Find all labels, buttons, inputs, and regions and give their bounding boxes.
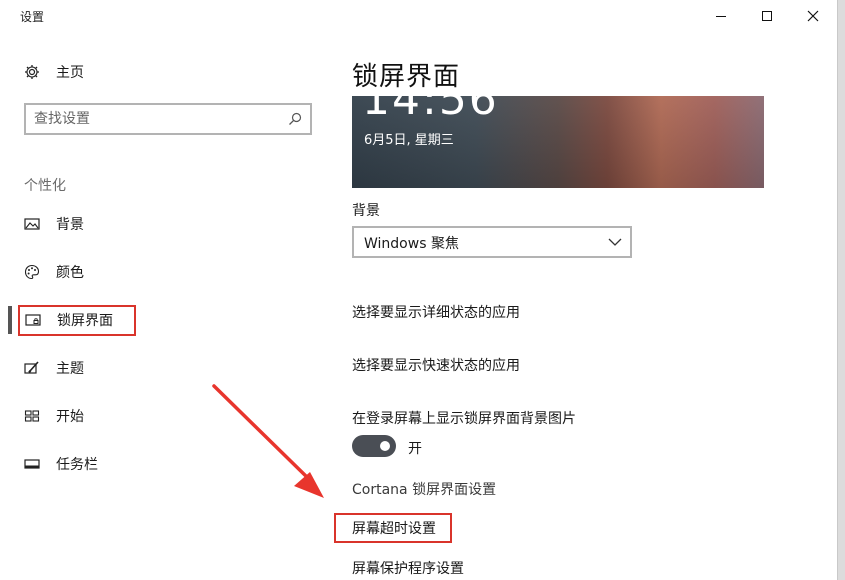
minimize-icon [716, 15, 726, 17]
lock-screen-preview: 14:56 6月5日, 星期三 [352, 96, 764, 188]
picture-icon [24, 216, 40, 232]
theme-brush-icon [24, 360, 40, 376]
maximize-button[interactable] [744, 0, 790, 32]
title-bar: 设置 [0, 0, 838, 32]
annotation-arrow-icon [212, 384, 324, 498]
sidebar-item-background[interactable]: 背景 [24, 212, 84, 236]
sidebar-item-start[interactable]: 开始 [24, 404, 84, 428]
detailed-status-apps-link[interactable]: 选择要显示详细状态的应用 [352, 302, 520, 322]
section-label-personalization: 个性化 [24, 178, 66, 194]
window-title: 设置 [20, 10, 45, 24]
lock-screen-highlight-box [18, 305, 136, 336]
background-dropdown[interactable]: Windows 聚焦 [352, 226, 632, 258]
background-dropdown-value: Windows 聚焦 [364, 236, 459, 252]
show-bg-on-signin-label: 在登录屏幕上显示锁屏界面背景图片 [352, 411, 576, 427]
settings-window: 设置 主页 个性化 [0, 0, 838, 580]
sidebar-item-themes[interactable]: 主题 [24, 356, 84, 380]
taskbar-icon [24, 456, 40, 472]
screen-timeout-highlight-box [334, 513, 452, 543]
sidebar-item-label: 背景 [56, 217, 84, 233]
sidebar-item-colors[interactable]: 颜色 [24, 260, 84, 284]
palette-icon [24, 264, 40, 280]
toggle-state-label: 开 [408, 441, 422, 457]
active-indicator [8, 306, 12, 334]
sidebar-item-label: 颜色 [56, 265, 84, 281]
sidebar-item-label: 开始 [56, 409, 84, 425]
window-edge [838, 0, 845, 580]
chevron-down-icon [608, 238, 622, 246]
quick-status-apps-link[interactable]: 选择要显示快速状态的应用 [352, 355, 520, 375]
start-grid-icon [24, 408, 40, 424]
sidebar-item-taskbar[interactable]: 任务栏 [24, 452, 98, 476]
preview-date: 6月5日, 星期三 [364, 133, 454, 148]
cortana-lock-screen-settings-link[interactable]: Cortana 锁屏界面设置 [352, 479, 496, 499]
home-nav-item[interactable]: 主页 [24, 62, 84, 82]
search-icon [289, 112, 302, 125]
home-label: 主页 [56, 65, 84, 81]
sidebar-item-label: 任务栏 [56, 457, 98, 473]
screensaver-settings-link[interactable]: 屏幕保护程序设置 [352, 558, 464, 578]
toggle-knob [380, 441, 390, 451]
search-box[interactable] [24, 103, 312, 135]
close-button[interactable] [790, 0, 836, 32]
close-icon [807, 10, 819, 22]
search-input[interactable] [34, 110, 284, 128]
gear-icon [24, 64, 40, 80]
minimize-button[interactable] [698, 0, 744, 32]
page-title: 锁屏界面 [352, 62, 461, 92]
preview-time: 14:56 [362, 96, 499, 125]
maximize-icon [762, 11, 772, 21]
show-bg-on-signin-toggle[interactable] [352, 435, 396, 457]
sidebar-item-label: 主题 [56, 361, 84, 377]
background-label: 背景 [352, 203, 380, 219]
